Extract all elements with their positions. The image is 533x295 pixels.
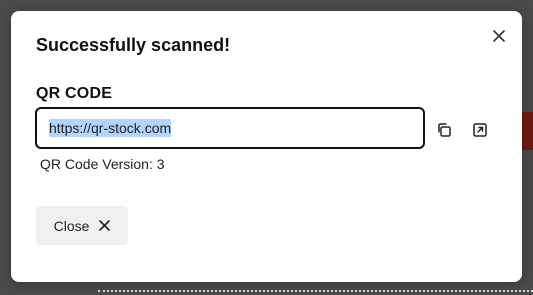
copy-button[interactable] [433,119,455,141]
copy-icon [438,123,451,137]
scan-result-dialog: Successfully scanned! QR CODE https://qr… [11,11,522,282]
qr-code-label: QR CODE [36,85,113,102]
dialog-close-button[interactable] [489,26,509,46]
close-icon [99,220,111,231]
close-button-label: Close [53,217,90,234]
qr-version-text: QR Code Version: 3 [40,156,165,172]
dialog-title: Successfully scanned! [36,35,231,55]
close-icon [493,30,505,42]
open-external-icon [473,123,487,137]
backdrop-dotted-line [98,290,533,292]
qr-url-field[interactable]: https://qr-stock.com [35,107,425,149]
open-link-button[interactable] [469,119,491,141]
backdrop-accent-bar [522,112,533,150]
close-button[interactable]: Close [36,206,128,245]
qr-url-value[interactable]: https://qr-stock.com [49,119,172,137]
